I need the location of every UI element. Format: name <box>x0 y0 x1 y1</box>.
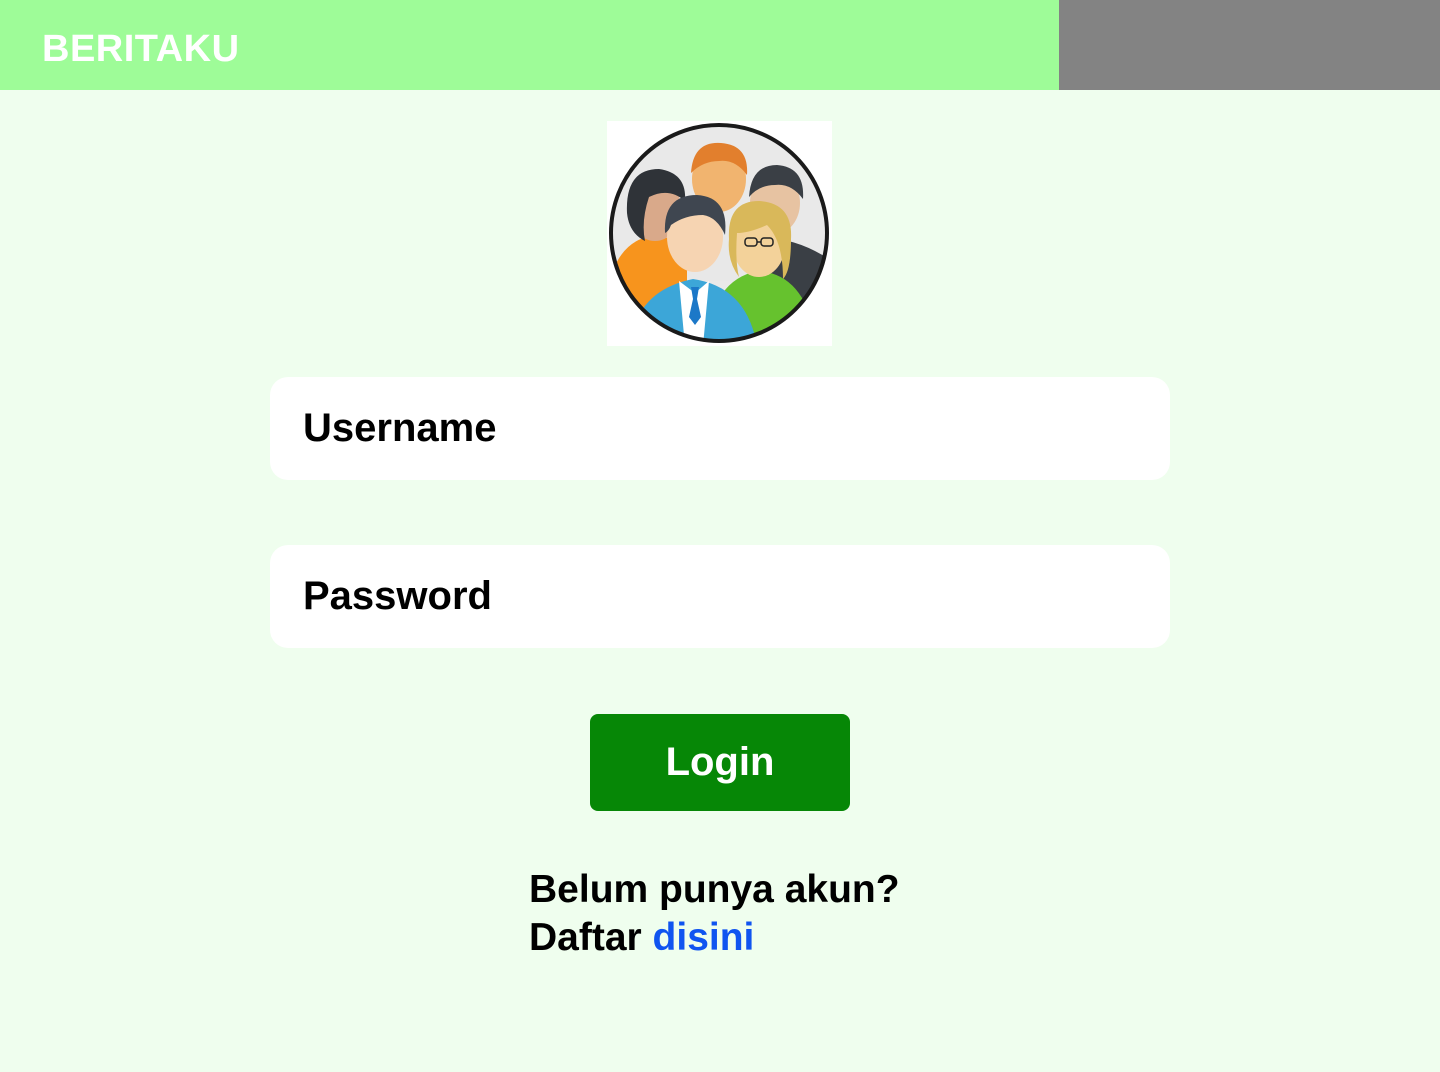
register-prefix: Daftar <box>529 916 642 959</box>
register-line: Daftar disini <box>529 914 900 962</box>
brand-title: BERITAKU <box>42 28 240 70</box>
register-link[interactable]: disini <box>653 916 755 959</box>
login-button[interactable]: Login <box>590 714 850 811</box>
top-bar: BERITAKU <box>0 0 1059 90</box>
register-question: Belum punya akun? <box>529 868 900 911</box>
avatar <box>607 121 832 346</box>
register-prompt: Belum punya akun? Daftar disini <box>529 866 900 962</box>
header-right-panel <box>1059 0 1440 90</box>
password-field[interactable] <box>270 545 1170 648</box>
user-group-icon <box>609 123 829 343</box>
username-field[interactable] <box>270 377 1170 480</box>
